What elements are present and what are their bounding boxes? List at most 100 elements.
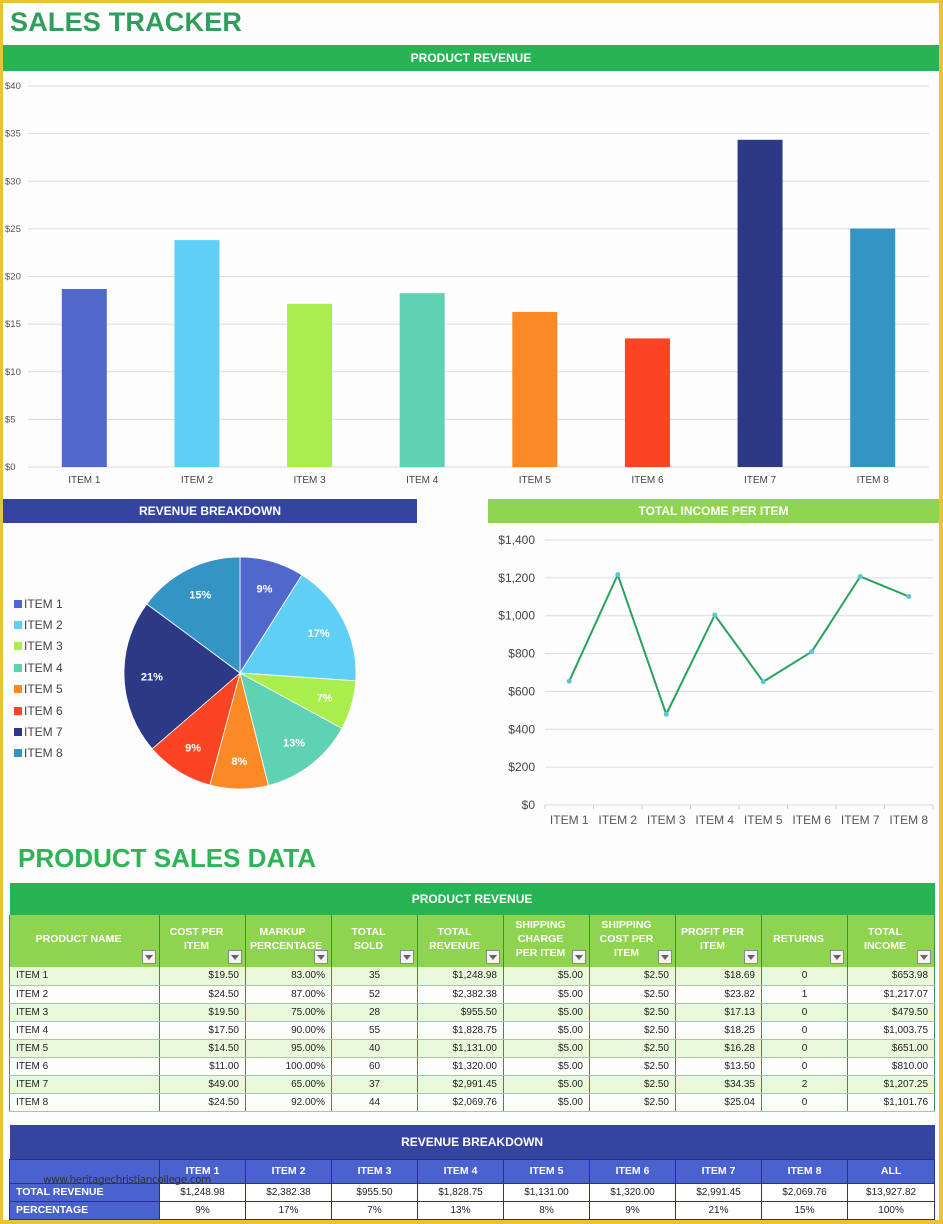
table-cell[interactable]: $2.50 [589, 967, 676, 986]
table-cell[interactable]: 0 [761, 1039, 848, 1058]
column-header[interactable]: TOTAL REVENUE [417, 915, 504, 967]
table-cell[interactable]: $2,069.76 [761, 1182, 848, 1202]
table-cell[interactable]: $1,320.00 [589, 1182, 676, 1202]
table-cell[interactable]: $2,069.76 [417, 1093, 504, 1112]
column-header[interactable]: TOTAL SOLD [331, 915, 418, 967]
table-cell[interactable]: 90.00% [245, 1021, 332, 1040]
table-cell[interactable]: $5.00 [503, 985, 590, 1004]
table-cell[interactable]: $955.50 [417, 1003, 504, 1022]
table-cell[interactable]: 9% [159, 1200, 246, 1220]
table-cell[interactable]: ITEM 1 [9, 967, 160, 986]
table-cell[interactable]: $5.00 [503, 967, 590, 986]
filter-dropdown-icon[interactable] [486, 950, 500, 964]
table-cell[interactable]: $19.50 [159, 1003, 246, 1022]
table-cell[interactable]: 0 [761, 1003, 848, 1022]
column-header[interactable]: MARKUP PERCENTAGE [245, 915, 332, 967]
table-cell[interactable]: 0 [761, 967, 848, 986]
table-cell[interactable]: $18.69 [675, 967, 762, 986]
table-cell[interactable]: $2.50 [589, 1003, 676, 1022]
table-cell[interactable]: $2.50 [589, 1075, 676, 1094]
table-cell[interactable]: $49.00 [159, 1075, 246, 1094]
table-cell[interactable]: 40 [331, 1039, 418, 1058]
filter-dropdown-icon[interactable] [744, 950, 758, 964]
table-cell[interactable]: 17% [245, 1200, 332, 1220]
table-cell[interactable]: $5.00 [503, 1021, 590, 1040]
table-cell[interactable]: 28 [331, 1003, 418, 1022]
column-header[interactable]: PRODUCT NAME [9, 915, 160, 967]
filter-dropdown-icon[interactable] [400, 950, 414, 964]
column-header[interactable]: SHIPPING COST PER ITEM [589, 915, 676, 967]
table-cell[interactable]: $24.50 [159, 985, 246, 1004]
table-cell[interactable]: $2,382.38 [245, 1182, 332, 1202]
table-cell[interactable]: 100% [846, 1200, 936, 1220]
table-cell[interactable]: ITEM 2 [9, 985, 160, 1004]
table-cell[interactable]: $1,828.75 [417, 1182, 504, 1202]
table-cell[interactable]: $1,828.75 [417, 1021, 504, 1040]
table-cell[interactable]: $1,131.00 [503, 1182, 590, 1202]
table-cell[interactable]: 100.00% [245, 1057, 332, 1076]
table-cell[interactable]: 83.00% [245, 967, 332, 986]
table-cell[interactable]: ITEM 6 [9, 1057, 160, 1076]
table-cell[interactable]: $2,382.38 [417, 985, 504, 1004]
table-cell[interactable]: 65.00% [245, 1075, 332, 1094]
table-cell[interactable]: $5.00 [503, 1057, 590, 1076]
table-cell[interactable]: $2.50 [589, 1057, 676, 1076]
table-cell[interactable]: $5.00 [503, 1093, 590, 1112]
table-cell[interactable]: 2 [761, 1075, 848, 1094]
table-cell[interactable]: ITEM 4 [9, 1021, 160, 1040]
table-cell[interactable]: $16.28 [675, 1039, 762, 1058]
table-cell[interactable]: $479.50 [846, 1003, 936, 1022]
table-cell[interactable]: $25.04 [675, 1093, 762, 1112]
filter-dropdown-icon[interactable] [830, 950, 844, 964]
table-cell[interactable]: $1,207.25 [846, 1075, 936, 1094]
table-cell[interactable]: $2.50 [589, 1039, 676, 1058]
table-cell[interactable]: $17.50 [159, 1021, 246, 1040]
filter-dropdown-icon[interactable] [314, 950, 328, 964]
table-cell[interactable]: ITEM 5 [9, 1039, 160, 1058]
filter-dropdown-icon[interactable] [572, 950, 586, 964]
table-cell[interactable]: $810.00 [846, 1057, 936, 1076]
table-cell[interactable]: 55 [331, 1021, 418, 1040]
table-cell[interactable]: $2.50 [589, 1093, 676, 1112]
table-cell[interactable]: $2,991.45 [417, 1075, 504, 1094]
filter-dropdown-icon[interactable] [228, 950, 242, 964]
table-cell[interactable]: 7% [331, 1200, 418, 1220]
filter-dropdown-icon[interactable] [142, 950, 156, 964]
table-cell[interactable]: $1,248.98 [417, 967, 504, 986]
table-cell[interactable]: 95.00% [245, 1039, 332, 1058]
column-header[interactable]: COST PER ITEM [159, 915, 246, 967]
column-header[interactable]: SHIPPING CHARGE PER ITEM [503, 915, 590, 967]
table-cell[interactable]: $18.25 [675, 1021, 762, 1040]
table-cell[interactable]: 37 [331, 1075, 418, 1094]
table-cell[interactable]: $1,131.00 [417, 1039, 504, 1058]
table-cell[interactable]: $5.00 [503, 1039, 590, 1058]
table-cell[interactable]: 1 [761, 985, 848, 1004]
table-cell[interactable]: 35 [331, 967, 418, 986]
table-cell[interactable]: 0 [761, 1093, 848, 1112]
table-cell[interactable]: ITEM 7 [9, 1075, 160, 1094]
table-cell[interactable]: $17.13 [675, 1003, 762, 1022]
table-cell[interactable]: $1,320.00 [417, 1057, 504, 1076]
table-cell[interactable]: $1,217.07 [846, 985, 936, 1004]
table-cell[interactable]: $2.50 [589, 985, 676, 1004]
table-cell[interactable]: $13,927.82 [846, 1182, 936, 1202]
column-header[interactable]: RETURNS [761, 915, 848, 967]
table-cell[interactable]: $14.50 [159, 1039, 246, 1058]
table-cell[interactable]: $2.50 [589, 1021, 676, 1040]
table-cell[interactable]: $955.50 [331, 1182, 418, 1202]
column-header[interactable]: PROFIT PER ITEM [675, 915, 762, 967]
table-cell[interactable]: $651.00 [846, 1039, 936, 1058]
filter-dropdown-icon[interactable] [917, 950, 932, 964]
table-cell[interactable]: 9% [589, 1200, 676, 1220]
table-cell[interactable]: $13.50 [675, 1057, 762, 1076]
table-cell[interactable]: 21% [675, 1200, 762, 1220]
table-cell[interactable]: $23.82 [675, 985, 762, 1004]
table-cell[interactable]: 92.00% [245, 1093, 332, 1112]
table-cell[interactable]: $34.35 [675, 1075, 762, 1094]
table-cell[interactable]: ITEM 8 [9, 1093, 160, 1112]
table-cell[interactable]: 15% [761, 1200, 848, 1220]
table-cell[interactable]: $19.50 [159, 967, 246, 986]
table-cell[interactable]: 0 [761, 1021, 848, 1040]
table-cell[interactable]: 8% [503, 1200, 590, 1220]
table-cell[interactable]: 52 [331, 985, 418, 1004]
